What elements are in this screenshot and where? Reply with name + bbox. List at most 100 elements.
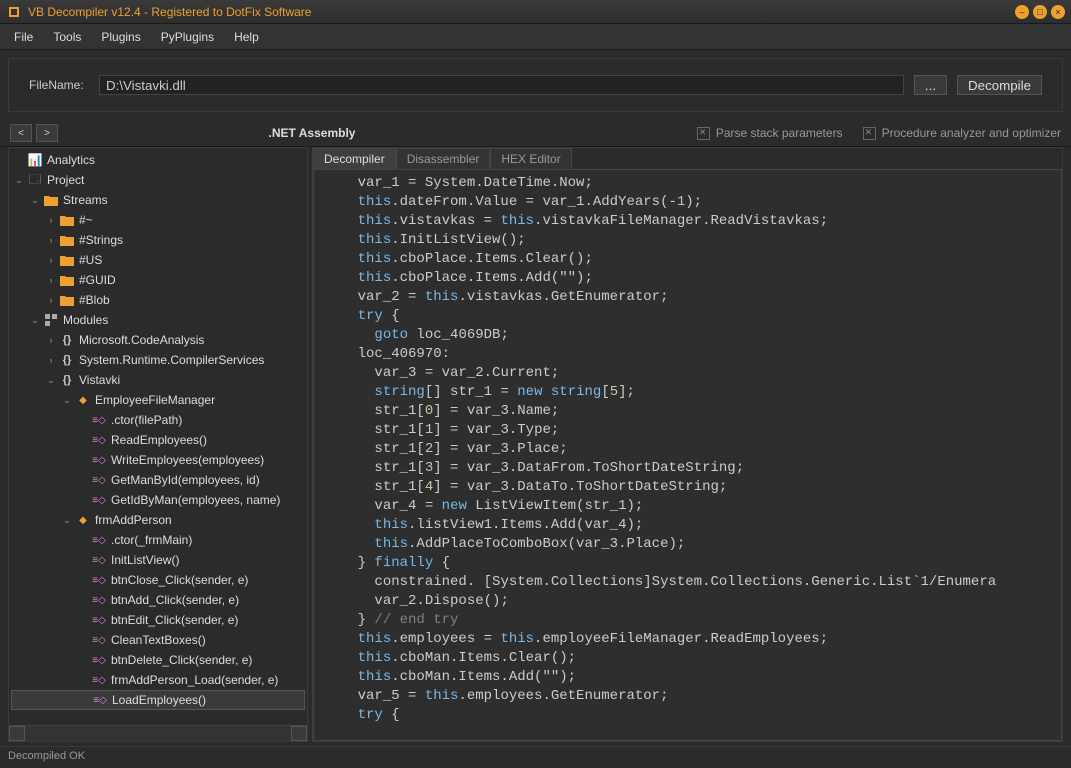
tab-decompiler[interactable]: Decompiler: [313, 148, 396, 169]
tab-disassembler[interactable]: Disassembler: [396, 148, 491, 169]
method-icon: ≡◇: [92, 692, 108, 708]
nav-forward-button[interactable]: >: [36, 124, 58, 142]
method-icon: ≡◇: [91, 552, 107, 568]
tree-method-selected[interactable]: ≡◇ LoadEmployees(): [11, 690, 305, 710]
menu-plugins[interactable]: Plugins: [91, 26, 150, 48]
tree-method[interactable]: ≡◇ .ctor(filePath): [11, 410, 305, 430]
folder-icon: [59, 212, 75, 228]
parse-stack-checkbox[interactable]: Parse stack parameters: [697, 126, 843, 140]
tree-method[interactable]: ≡◇ btnDelete_Click(sender, e): [11, 650, 305, 670]
close-icon[interactable]: ×: [1051, 5, 1065, 19]
expand-icon[interactable]: ⌄: [45, 375, 57, 386]
folder-icon: [59, 252, 75, 268]
expand-icon[interactable]: ›: [45, 255, 57, 265]
tab-hex-editor[interactable]: HEX Editor: [490, 148, 571, 169]
expand-icon[interactable]: ›: [45, 355, 57, 365]
method-icon: ≡◇: [91, 652, 107, 668]
tree-method[interactable]: ≡◇ GetManById(employees, id): [11, 470, 305, 490]
minimize-icon[interactable]: –: [1015, 5, 1029, 19]
tree-stream-hash[interactable]: › #~: [11, 210, 305, 230]
filename-label: FileName:: [29, 78, 89, 92]
tree-method[interactable]: ≡◇ InitListView(): [11, 550, 305, 570]
code-view[interactable]: var_1 = System.DateTime.Now; this.dateFr…: [313, 169, 1062, 741]
expand-icon[interactable]: ⌄: [13, 175, 25, 186]
tree-class-empmgr[interactable]: ⌄ ◆ EmployeeFileManager: [11, 390, 305, 410]
tree-method[interactable]: ≡◇ btnClose_Click(sender, e): [11, 570, 305, 590]
scroll-left-icon[interactable]: [9, 726, 25, 741]
status-text: Decompiled OK: [8, 750, 85, 762]
window-title: VB Decompiler v12.4 - Registered to DotF…: [28, 5, 1015, 19]
tree-stream-guid[interactable]: › #GUID: [11, 270, 305, 290]
method-icon: ≡◇: [91, 592, 107, 608]
expand-icon[interactable]: ›: [45, 335, 57, 345]
class-icon: ◆: [75, 392, 91, 408]
module-icon: [43, 312, 59, 328]
tree-method[interactable]: ≡◇ .ctor(_frmMain): [11, 530, 305, 550]
tree-stream-us[interactable]: › #US: [11, 250, 305, 270]
folder-icon: [59, 272, 75, 288]
expand-icon[interactable]: ⌄: [61, 515, 73, 526]
tree-method[interactable]: ≡◇ ReadEmployees(): [11, 430, 305, 450]
scroll-right-icon[interactable]: [291, 726, 307, 741]
expand-icon[interactable]: ›: [45, 295, 57, 305]
namespace-icon: {}: [59, 352, 75, 368]
tree-method[interactable]: ≡◇ btnAdd_Click(sender, e): [11, 590, 305, 610]
tree-stream-blob[interactable]: › #Blob: [11, 290, 305, 310]
tree-analytics[interactable]: 📊 Analytics: [11, 150, 305, 170]
code-panel: Decompiler Disassembler HEX Editor var_1…: [312, 147, 1063, 742]
chart-icon: 📊: [27, 152, 43, 168]
expand-icon[interactable]: ⌄: [61, 395, 73, 406]
expand-icon[interactable]: ›: [45, 215, 57, 225]
tree-method[interactable]: ≡◇ CleanTextBoxes(): [11, 630, 305, 650]
tree-method[interactable]: ≡◇ btnEdit_Click(sender, e): [11, 610, 305, 630]
tree-ns-compilerservices[interactable]: › {} System.Runtime.CompilerServices: [11, 350, 305, 370]
proc-analyzer-checkbox[interactable]: Procedure analyzer and optimizer: [863, 126, 1061, 140]
browse-button[interactable]: ...: [914, 75, 947, 95]
nav-back-button[interactable]: <: [10, 124, 32, 142]
maximize-icon[interactable]: □: [1033, 5, 1047, 19]
expand-icon[interactable]: ⌄: [29, 195, 41, 206]
tree-method[interactable]: ≡◇ WriteEmployees(employees): [11, 450, 305, 470]
assembly-type-label: .NET Assembly: [162, 126, 462, 140]
class-icon: ◆: [75, 512, 91, 528]
method-icon: ≡◇: [91, 452, 107, 468]
parse-stack-label: Parse stack parameters: [716, 126, 843, 140]
project-tree[interactable]: 📊 Analytics ⌄ 🗔 Project ⌄ Streams › #~ ›: [9, 148, 307, 725]
expand-icon[interactable]: ›: [45, 275, 57, 285]
filename-bar: FileName: ... Decompile: [8, 58, 1063, 112]
tree-horizontal-scrollbar[interactable]: [9, 725, 307, 741]
checkbox-icon: [697, 127, 710, 140]
tree-class-frmaddperson[interactable]: ⌄ ◆ frmAddPerson: [11, 510, 305, 530]
menubar: File Tools Plugins PyPlugins Help: [0, 24, 1071, 50]
expand-icon[interactable]: ⌄: [29, 315, 41, 326]
method-icon: ≡◇: [91, 412, 107, 428]
checkbox-icon: [863, 127, 876, 140]
tree-project[interactable]: ⌄ 🗔 Project: [11, 170, 305, 190]
menu-file[interactable]: File: [4, 26, 43, 48]
menu-help[interactable]: Help: [224, 26, 269, 48]
tree-ns-vistavki[interactable]: ⌄ {} Vistavki: [11, 370, 305, 390]
tree-modules[interactable]: ⌄ Modules: [11, 310, 305, 330]
proc-analyzer-label: Procedure analyzer and optimizer: [882, 126, 1061, 140]
namespace-icon: {}: [59, 372, 75, 388]
menu-tools[interactable]: Tools: [43, 26, 91, 48]
code-tabs: Decompiler Disassembler HEX Editor: [313, 148, 1062, 169]
filename-input[interactable]: [99, 75, 904, 95]
app-icon: [6, 4, 22, 20]
tree-stream-strings[interactable]: › #Strings: [11, 230, 305, 250]
method-icon: ≡◇: [91, 632, 107, 648]
folder-icon: [59, 232, 75, 248]
tree-streams[interactable]: ⌄ Streams: [11, 190, 305, 210]
expand-icon[interactable]: ›: [45, 235, 57, 245]
decompile-button[interactable]: Decompile: [957, 75, 1042, 95]
project-icon: 🗔: [27, 172, 43, 188]
menu-pyplugins[interactable]: PyPlugins: [151, 26, 224, 48]
tree-method[interactable]: ≡◇ GetIdByMan(employees, name): [11, 490, 305, 510]
method-icon: ≡◇: [91, 612, 107, 628]
method-icon: ≡◇: [91, 492, 107, 508]
tree-method[interactable]: ≡◇ frmAddPerson_Load(sender, e): [11, 670, 305, 690]
tree-ns-codeanalysis[interactable]: › {} Microsoft.CodeAnalysis: [11, 330, 305, 350]
method-icon: ≡◇: [91, 672, 107, 688]
folder-icon: [59, 292, 75, 308]
method-icon: ≡◇: [91, 532, 107, 548]
